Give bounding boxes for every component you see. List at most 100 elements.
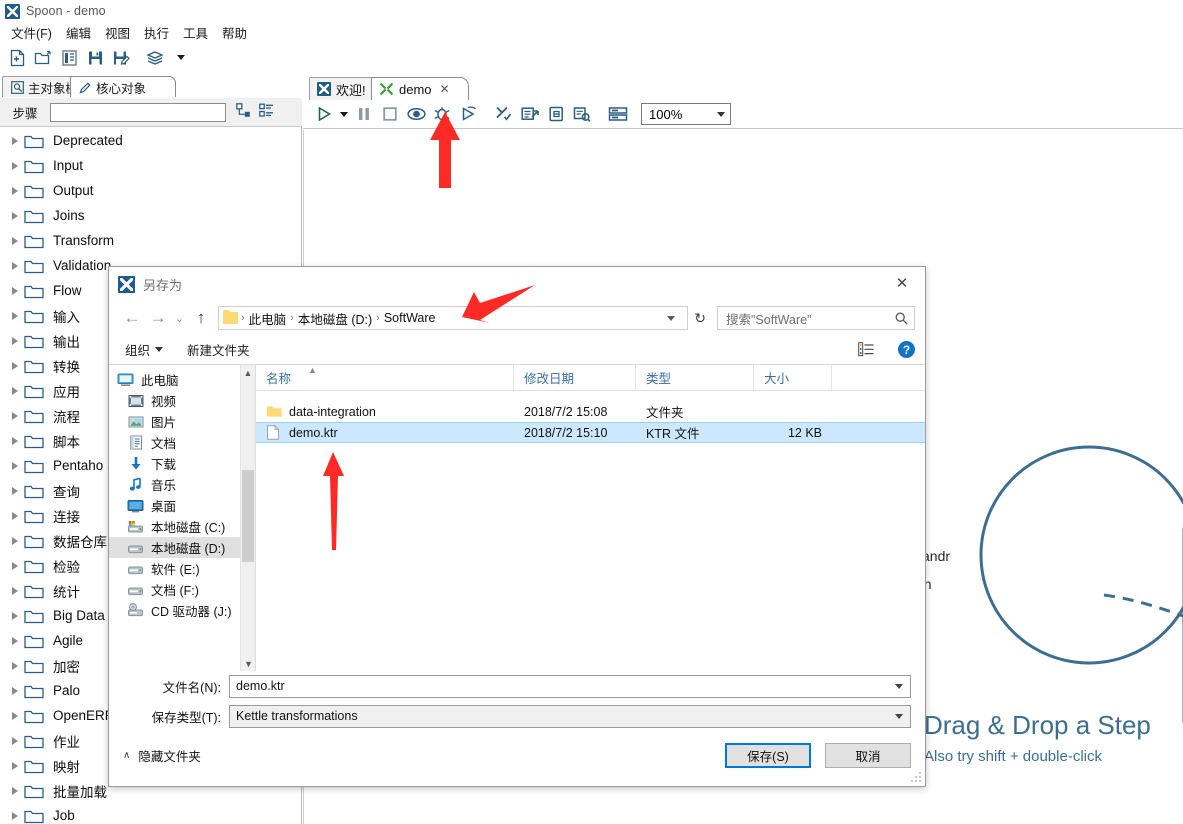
resize-grip-icon[interactable] bbox=[911, 772, 922, 783]
menu-file[interactable]: 文件(F) bbox=[4, 21, 59, 44]
place-item-下载[interactable]: 下载 bbox=[109, 453, 255, 474]
chevron-right-icon[interactable] bbox=[6, 611, 24, 620]
navigation-scrollbar[interactable]: ▲ ▼ bbox=[240, 365, 255, 671]
tree-item-joins[interactable]: Joins bbox=[0, 203, 301, 228]
place-item-软件e[interactable]: 软件 (E:) bbox=[109, 558, 255, 579]
breadcrumb-item-0[interactable]: 此电脑 bbox=[246, 309, 290, 328]
open-file-icon[interactable] bbox=[30, 46, 56, 70]
change-view-button[interactable] bbox=[853, 339, 886, 360]
place-item-本地磁盘d[interactable]: 本地磁盘 (D:) bbox=[109, 537, 255, 558]
navigation-pane[interactable]: 此电脑 视频 图片 文档 下载 音乐 桌面 本地磁盘 (C:) 本地磁盘 (D:) 软件 (E:)… bbox=[109, 365, 256, 671]
place-item-音乐[interactable]: 音乐 bbox=[109, 474, 255, 495]
file-row[interactable]: demo.ktr 2018/7/2 15:10 KTR 文件 12 KB bbox=[256, 422, 925, 443]
file-row[interactable]: data-integration 2018/7/2 15:08 文件夹 bbox=[256, 401, 925, 422]
new-folder-button[interactable]: 新建文件夹 bbox=[181, 337, 256, 362]
chevron-right-icon[interactable] bbox=[6, 411, 24, 420]
chevron-right-icon[interactable] bbox=[6, 661, 24, 670]
chevron-right-icon[interactable] bbox=[6, 511, 24, 520]
chevron-right-icon[interactable] bbox=[6, 536, 24, 545]
menu-help[interactable]: 帮助 bbox=[215, 21, 254, 44]
show-last-result-icon[interactable] bbox=[569, 102, 595, 126]
save-button[interactable]: 保存(S) bbox=[725, 743, 811, 768]
tree-item-transform[interactable]: Transform bbox=[0, 228, 301, 253]
cancel-button[interactable]: 取消 bbox=[825, 743, 911, 768]
chevron-right-icon[interactable] bbox=[6, 236, 24, 245]
expand-all-icon[interactable] bbox=[236, 103, 251, 121]
chevron-right-icon[interactable] bbox=[6, 261, 24, 270]
chevron-down-icon[interactable] bbox=[168, 46, 194, 70]
place-item-图片[interactable]: 图片 bbox=[109, 411, 255, 432]
chevron-right-icon[interactable] bbox=[6, 311, 24, 320]
stop-icon[interactable] bbox=[377, 102, 403, 126]
tab-demo[interactable]: demo ✕ bbox=[371, 77, 469, 100]
save-icon[interactable] bbox=[82, 46, 108, 70]
get-sql-icon[interactable] bbox=[543, 102, 569, 126]
chevron-right-icon[interactable] bbox=[6, 336, 24, 345]
tree-item-job[interactable]: Job bbox=[0, 803, 301, 824]
chevron-down-icon[interactable] bbox=[667, 315, 676, 321]
column-header-name[interactable]: 名称 bbox=[256, 365, 514, 390]
place-item-视频[interactable]: 视频 bbox=[109, 390, 255, 411]
menu-run[interactable]: 执行 bbox=[137, 21, 176, 44]
tree-item-input[interactable]: Input bbox=[0, 153, 301, 178]
column-header-size[interactable]: 大小 bbox=[754, 365, 832, 390]
filename-input[interactable]: demo.ktr bbox=[229, 674, 911, 698]
tab-core-objects[interactable]: 核心对象 bbox=[70, 76, 176, 97]
chevron-right-icon[interactable] bbox=[6, 136, 24, 145]
place-item-cd驱动器j[interactable]: CD 驱动器 (J:) bbox=[109, 600, 255, 621]
place-item-桌面[interactable]: 桌面 bbox=[109, 495, 255, 516]
menu-tools[interactable]: 工具 bbox=[176, 21, 215, 44]
pause-icon[interactable] bbox=[351, 102, 377, 126]
organize-button[interactable]: 组织 bbox=[119, 337, 169, 362]
run-icon[interactable] bbox=[311, 102, 337, 126]
column-header-modified[interactable]: 修改日期 bbox=[514, 365, 636, 390]
debug-icon[interactable] bbox=[429, 102, 455, 126]
chevron-right-icon[interactable] bbox=[6, 461, 24, 470]
chevron-right-icon[interactable] bbox=[6, 736, 24, 745]
recent-locations-icon[interactable]: ⌄ bbox=[171, 305, 188, 331]
chevron-right-icon[interactable] bbox=[6, 561, 24, 570]
breadcrumb-item-1[interactable]: 本地磁盘 (D:) bbox=[295, 309, 375, 328]
menu-edit[interactable]: 编辑 bbox=[59, 21, 98, 44]
run-options-chevron-icon[interactable] bbox=[337, 102, 351, 126]
refresh-icon[interactable]: ↻ bbox=[694, 310, 706, 327]
search-input[interactable]: 搜索"SoftWare" bbox=[717, 306, 915, 330]
chevron-right-icon[interactable] bbox=[6, 161, 24, 170]
step-filter-input[interactable] bbox=[50, 102, 226, 122]
chevron-right-icon[interactable] bbox=[6, 211, 24, 220]
chevron-down-icon[interactable] bbox=[895, 683, 903, 689]
chevron-right-icon[interactable] bbox=[6, 186, 24, 195]
preview-icon[interactable] bbox=[403, 102, 429, 126]
chevron-right-icon[interactable] bbox=[6, 786, 24, 795]
layers-icon[interactable] bbox=[142, 46, 168, 70]
chevron-right-icon[interactable] bbox=[6, 386, 24, 395]
replay-icon[interactable] bbox=[455, 102, 481, 126]
menu-view[interactable]: 视图 bbox=[98, 21, 137, 44]
chevron-right-icon[interactable] bbox=[6, 636, 24, 645]
filetype-select[interactable]: Kettle transformations bbox=[229, 704, 911, 728]
impact-analysis-icon[interactable] bbox=[517, 102, 543, 126]
chevron-right-icon[interactable] bbox=[6, 436, 24, 445]
chevron-right-icon[interactable] bbox=[6, 686, 24, 695]
explore-repository-icon[interactable] bbox=[56, 46, 82, 70]
new-file-icon[interactable] bbox=[4, 46, 30, 70]
hide-folders-button[interactable]: ∧ 隐藏文件夹 bbox=[123, 746, 201, 765]
tree-item-output[interactable]: Output bbox=[0, 178, 301, 203]
close-icon[interactable]: ✕ bbox=[879, 267, 925, 299]
chevron-down-icon[interactable] bbox=[895, 713, 903, 719]
back-icon[interactable]: ← bbox=[119, 305, 145, 331]
chevron-right-icon[interactable] bbox=[6, 761, 24, 770]
scroll-up-icon[interactable]: ▲ bbox=[241, 365, 255, 380]
file-list-pane[interactable]: ▲ 名称 修改日期 类型 大小 data-integration 2018/7/2… bbox=[256, 365, 925, 671]
forward-icon[interactable]: → bbox=[145, 305, 171, 331]
address-bar[interactable]: › 此电脑 › 本地磁盘 (D:) › SoftWare bbox=[218, 306, 689, 330]
scroll-down-icon[interactable]: ▼ bbox=[241, 656, 256, 671]
up-icon[interactable]: ↑ bbox=[188, 305, 214, 331]
save-as-icon[interactable] bbox=[108, 46, 134, 70]
help-icon[interactable]: ? bbox=[898, 341, 915, 358]
chevron-right-icon[interactable] bbox=[6, 711, 24, 720]
collapse-all-icon[interactable] bbox=[259, 103, 274, 121]
verify-icon[interactable] bbox=[491, 102, 517, 126]
breadcrumb-item-2[interactable]: SoftWare bbox=[381, 311, 439, 325]
chevron-right-icon[interactable] bbox=[6, 586, 24, 595]
